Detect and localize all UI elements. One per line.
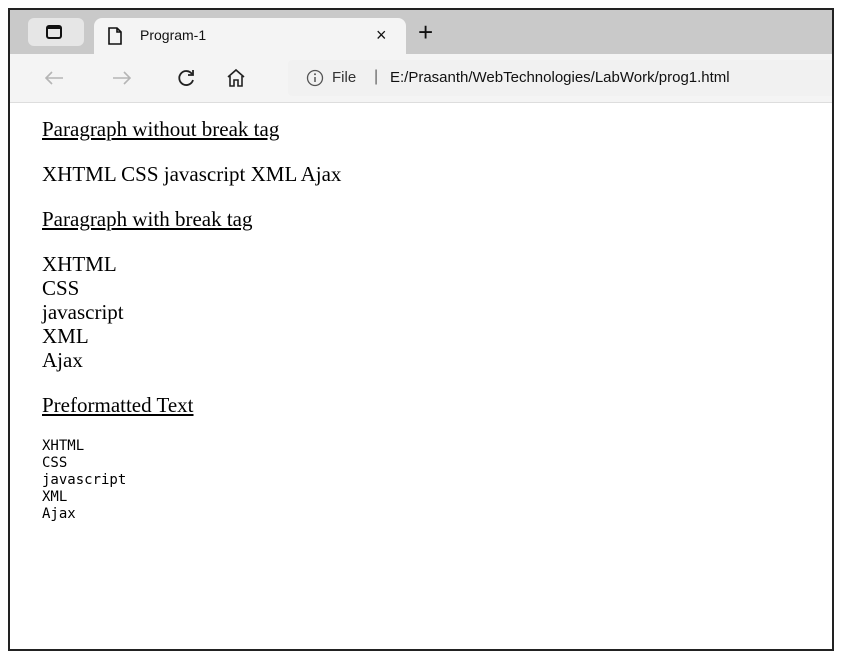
new-tab-button[interactable]: + <box>418 18 433 46</box>
break-line: XML <box>42 324 89 348</box>
info-icon[interactable] <box>306 69 324 87</box>
break-line: XHTML <box>42 252 117 276</box>
browser-window: Program-1 × + File | E:/Prasanth/WebTech… <box>8 8 834 651</box>
paragraph-without-break: XHTML CSS javascript XML Ajax <box>42 162 342 186</box>
address-bar[interactable]: File | E:/Prasanth/WebTechnologies/LabWo… <box>288 60 832 96</box>
tab-actions-icon <box>46 25 62 39</box>
tab-bar: Program-1 × + <box>10 10 832 54</box>
document-body: Paragraph without break tag XHTML CSS ja… <box>42 117 341 523</box>
forward-button[interactable] <box>108 64 136 92</box>
break-line: javascript <box>42 300 124 324</box>
home-button[interactable] <box>222 64 250 92</box>
heading-preformatted-text: Preformatted Text <box>42 393 194 417</box>
home-icon <box>227 68 245 87</box>
page-icon <box>108 27 122 45</box>
pre-line: XHTML <box>42 438 85 454</box>
refresh-icon <box>178 70 194 86</box>
pre-line: CSS <box>42 455 68 471</box>
back-button[interactable] <box>40 64 68 92</box>
tab-actions-button[interactable] <box>28 18 84 46</box>
break-line: Ajax <box>42 348 83 372</box>
forward-arrow-icon <box>113 71 132 85</box>
address-separator: | <box>374 68 379 85</box>
refresh-button[interactable] <box>172 64 200 92</box>
tab-program-1[interactable]: Program-1 × <box>94 18 406 54</box>
back-arrow-icon <box>44 71 63 85</box>
pre-line: Ajax <box>42 506 76 522</box>
page-content: Paragraph without break tag XHTML CSS ja… <box>10 102 832 649</box>
heading-paragraph-without-break: Paragraph without break tag <box>42 117 280 141</box>
close-tab-icon[interactable]: × <box>376 25 387 45</box>
break-line: CSS <box>42 276 80 300</box>
pre-line: XML <box>42 489 68 505</box>
pre-line: javascript <box>42 472 127 488</box>
tab-title: Program-1 <box>140 27 207 43</box>
heading-paragraph-with-break: Paragraph with break tag <box>42 207 253 231</box>
scheme-label: File <box>332 69 357 86</box>
preformatted-text: XHTML CSS javascript XML Ajax <box>42 438 341 523</box>
navigation-bar: File | E:/Prasanth/WebTechnologies/LabWo… <box>10 54 832 102</box>
url-text[interactable]: E:/Prasanth/WebTechnologies/LabWork/prog… <box>390 69 730 86</box>
paragraph-with-break: XHTML CSS javascript XML Ajax <box>42 252 341 372</box>
